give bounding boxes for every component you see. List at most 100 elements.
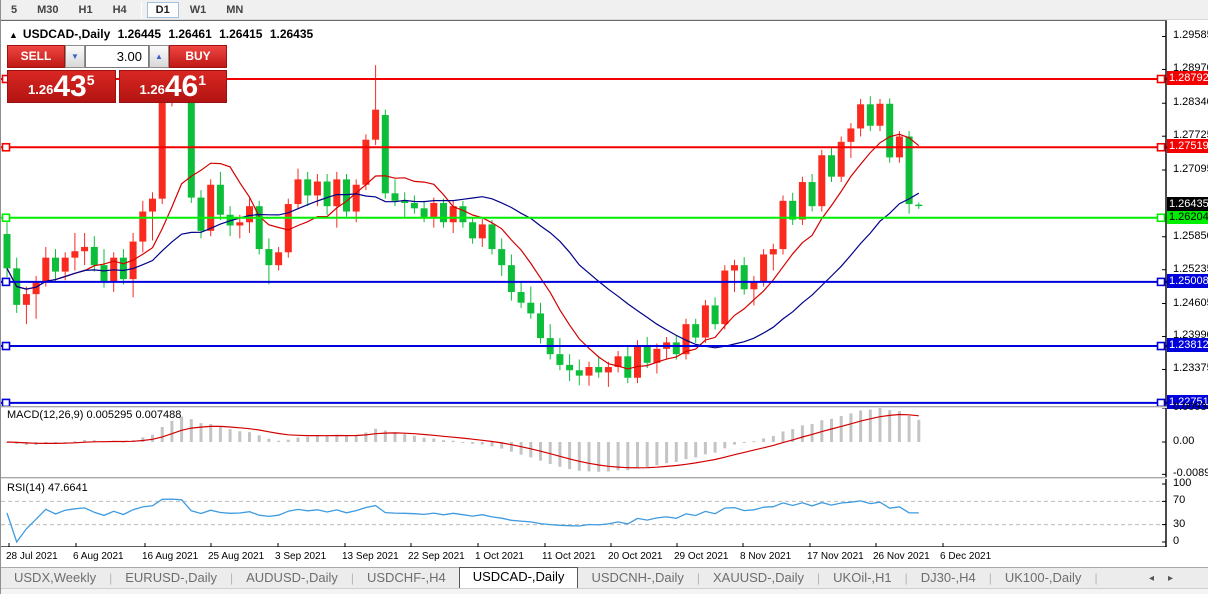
macd-histogram-bar — [461, 441, 465, 443]
rsi-pane-separator[interactable] — [1, 477, 1167, 479]
candle-body — [798, 182, 806, 220]
macd-histogram-bar — [917, 419, 921, 442]
chart-tab-dj30-h4[interactable]: DJ30-,H4 — [908, 568, 989, 588]
macd-histogram-bar — [412, 435, 416, 442]
chart-tab-audusd-daily[interactable]: AUDUSD-,Daily — [233, 568, 351, 588]
date-axis-label: 25 Aug 2021 — [208, 551, 265, 562]
tab-scroll-arrows[interactable]: ◂▸ — [1149, 573, 1187, 588]
candle-body — [52, 257, 59, 272]
chart-tab-xauusd-daily[interactable]: XAUUSD-,Daily — [700, 568, 817, 588]
volume-increase-button[interactable]: ▲ — [149, 45, 169, 68]
rsi-indicator-label: RSI(14) 47.6641 — [7, 482, 88, 494]
chart-tab-usdx-weekly[interactable]: USDX,Weekly — [1, 568, 109, 588]
candle-body — [488, 224, 496, 250]
chart-canvas[interactable] — [1, 21, 1167, 568]
line-drag-handle[interactable] — [1, 341, 11, 351]
buy-price-button[interactable]: 1.26 46 1 — [118, 70, 227, 103]
candle-body — [469, 222, 477, 239]
line-drag-handle[interactable] — [1156, 213, 1166, 223]
timeframe-button-m30[interactable]: M30 — [28, 2, 67, 18]
candle-body — [566, 364, 574, 371]
candle-body — [692, 324, 700, 338]
date-axis-label: 6 Dec 2021 — [940, 551, 992, 562]
chart-window[interactable]: ▲ USDCAD-,Daily 1.26445 1.26461 1.26415 1… — [1, 20, 1167, 568]
timeframe-button-5[interactable]: 5 — [2, 2, 26, 18]
macd-histogram-bar — [878, 408, 882, 442]
price-line-label: 1.25008 — [1167, 273, 1208, 288]
macd-histogram-bar — [315, 435, 319, 442]
macd-histogram-bar — [471, 442, 475, 444]
chart-tab-usdcnh-daily[interactable]: USDCNH-,Daily — [578, 568, 696, 588]
line-drag-handle[interactable] — [1, 213, 11, 223]
date-axis[interactable]: 28 Jul 2021 6 Aug 2021 16 Aug 2021 25 Aug 2… — [1, 547, 1167, 568]
macd-histogram-bar — [897, 411, 901, 442]
timeframe-button-h1[interactable]: H1 — [70, 2, 102, 18]
macd-histogram-bar — [374, 428, 378, 442]
candle-body — [275, 252, 283, 266]
macd-histogram-bar — [616, 442, 620, 471]
candle-body — [779, 200, 787, 250]
macd-histogram-bar — [859, 410, 863, 442]
price-axis-label: 1.24605 — [1173, 296, 1208, 309]
line-drag-handle[interactable] — [1156, 341, 1166, 351]
macd-histogram-bar — [73, 441, 77, 443]
timeframe-button-d1[interactable]: D1 — [146, 1, 179, 18]
macd-histogram-bar — [830, 418, 833, 442]
candle-body — [876, 103, 884, 126]
macd-axis-label: 0.009345 — [1173, 401, 1208, 414]
candle-body — [294, 179, 302, 205]
line-drag-handle[interactable] — [1, 142, 11, 152]
candle-body — [352, 184, 360, 212]
candle-body — [333, 179, 341, 207]
chart-title: ▲ USDCAD-,Daily 1.26445 1.26461 1.26415 1… — [9, 27, 317, 41]
candle-body — [440, 202, 447, 223]
macd-histogram-bar — [626, 442, 630, 471]
line-drag-handle[interactable] — [1156, 277, 1166, 287]
chart-tab-usdchf-h4[interactable]: USDCHF-,H4 — [354, 568, 459, 588]
candle-body — [866, 104, 874, 126]
timeframe-button-mn[interactable]: MN — [217, 2, 252, 18]
rsi-axis-label: 70 — [1173, 494, 1186, 507]
macd-histogram-bar — [325, 435, 329, 442]
sell-price-button[interactable]: 1.26 43 5 — [7, 70, 116, 103]
macd-histogram-bar — [771, 435, 775, 442]
toolbar-separator — [140, 1, 142, 18]
volume-input[interactable]: 3.00 — [85, 45, 149, 68]
macd-histogram-bar — [568, 442, 572, 470]
candle-body — [721, 270, 729, 325]
candle-body — [236, 222, 244, 226]
chart-tab-usdcad-daily[interactable]: USDCAD-,Daily — [458, 567, 579, 588]
collapse-arrow-icon[interactable]: ▲ — [9, 30, 18, 40]
rsi-pane[interactable] — [1, 498, 1167, 544]
buy-button[interactable]: BUY — [169, 45, 227, 68]
candle-body — [595, 367, 603, 373]
price-axis-label: 1.28340 — [1173, 96, 1208, 109]
price-pane[interactable] — [1, 65, 1167, 406]
macd-histogram-bar — [810, 423, 814, 442]
price-axis[interactable]: 1.295851.289701.283401.277251.270951.258… — [1167, 20, 1208, 567]
chart-tab-ukoil-h1[interactable]: UKOil-,H1 — [820, 568, 905, 588]
line-drag-handle[interactable] — [1, 277, 11, 287]
macd-histogram-bar — [403, 434, 407, 442]
date-axis-label: 17 Nov 2021 — [807, 551, 864, 562]
chart-tab-uk100-daily[interactable]: UK100-,Daily — [992, 568, 1095, 588]
timeframe-button-h4[interactable]: H4 — [104, 2, 136, 18]
macd-histogram-bar — [849, 413, 853, 442]
macd-pane-separator[interactable] — [1, 406, 1167, 408]
candle-body — [323, 181, 331, 207]
macd-histogram-bar — [170, 420, 174, 442]
date-axis-label: 20 Oct 2021 — [608, 551, 663, 562]
line-drag-handle[interactable] — [1156, 74, 1166, 84]
chart-tab-bar: USDX,Weekly | EURUSD-,Daily | AUDUSD-,Daily |… — [1, 567, 1208, 588]
macd-histogram-bar — [762, 438, 766, 442]
line-drag-handle[interactable] — [1156, 142, 1166, 152]
volume-decrease-button[interactable]: ▼ — [65, 45, 85, 68]
sell-button[interactable]: SELL — [7, 45, 65, 68]
candle-body — [139, 211, 147, 242]
timeframe-button-w1[interactable]: W1 — [181, 2, 216, 18]
sell-price-prefix: 1.26 — [28, 82, 54, 97]
candle-body — [265, 249, 273, 266]
macd-histogram-bar — [189, 419, 193, 442]
chart-tab-eurusd-daily[interactable]: EURUSD-,Daily — [112, 568, 230, 588]
macd-histogram-bar — [868, 409, 872, 442]
